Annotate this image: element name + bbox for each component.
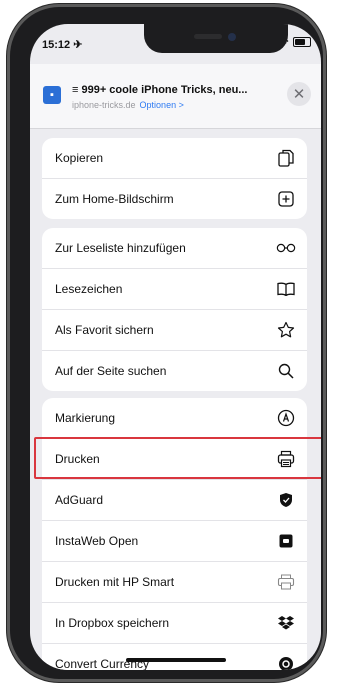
action-instaweb[interactable]: InstaWeb Open (42, 521, 307, 562)
speaker (194, 34, 222, 39)
action-copy[interactable]: Kopieren (42, 138, 307, 179)
close-button[interactable]: ✕ (287, 82, 311, 106)
action-print[interactable]: Drucken (42, 439, 307, 480)
home-indicator[interactable] (126, 658, 226, 662)
share-title: ≡ 999+ coole iPhone Tricks, neu... (72, 84, 248, 96)
action-group-1: Kopieren Zum Home-Bildschirm (42, 138, 307, 219)
action-label: Zur Leseliste hinzufügen (55, 241, 186, 255)
site-favicon-icon: ▪ (43, 86, 61, 104)
action-bookmark[interactable]: Lesezeichen (42, 269, 307, 310)
action-label: Drucken (55, 452, 100, 466)
search-icon (276, 361, 296, 381)
action-label: Markierung (55, 411, 116, 425)
shield-icon (276, 490, 296, 510)
action-add-to-home[interactable]: Zum Home-Bildschirm (42, 179, 307, 219)
action-group-2: Zur Leseliste hinzufügen Lesezeichen Als… (42, 228, 307, 391)
camera (228, 33, 236, 41)
action-label: Drucken mit HP Smart (55, 575, 175, 589)
status-time: 15:12 ✈ (42, 39, 83, 51)
action-label: AdGuard (55, 493, 104, 507)
dropbox-icon (276, 613, 296, 633)
action-group-3: Markierung Drucken AdGuard InstaWeb Open (42, 398, 307, 670)
action-label: Als Favorit sichern (55, 323, 154, 337)
printer-icon (276, 449, 296, 469)
markup-icon (276, 408, 296, 428)
action-markup[interactable]: Markierung (42, 398, 307, 439)
action-favorite[interactable]: Als Favorit sichern (42, 310, 307, 351)
phone-frame: 15:12 ✈ ▪ ≡ 999+ coole iPhone Tricks, ne… (7, 4, 326, 682)
action-adguard[interactable]: AdGuard (42, 480, 307, 521)
battery-icon (293, 37, 311, 47)
options-link[interactable]: Optionen > (140, 100, 184, 110)
glasses-icon (276, 238, 296, 258)
hp-printer-icon (276, 572, 296, 592)
action-label: InstaWeb Open (55, 534, 139, 548)
instaweb-icon (276, 531, 296, 551)
book-icon (276, 279, 296, 299)
notch (144, 24, 288, 53)
share-sheet-header: ▪ ≡ 999+ coole iPhone Tricks, neu... iph… (30, 64, 321, 129)
action-label: Lesezeichen (55, 282, 123, 296)
action-convert-currency[interactable]: Convert Currency (42, 644, 307, 670)
share-domain: iphone-tricks.de (72, 100, 136, 110)
action-label: Kopieren (55, 151, 104, 165)
add-square-icon (276, 189, 296, 209)
action-reading-list[interactable]: Zur Leseliste hinzufügen (42, 228, 307, 269)
copy-icon (276, 148, 296, 168)
action-hp-smart[interactable]: Drucken mit HP Smart (42, 562, 307, 603)
share-subtitle: iphone-tricks.de Optionen > (72, 100, 184, 110)
action-label: In Dropbox speichern (55, 616, 170, 630)
star-icon (276, 320, 296, 340)
screen: 15:12 ✈ ▪ ≡ 999+ coole iPhone Tricks, ne… (30, 24, 321, 670)
action-label: Zum Home-Bildschirm (55, 192, 174, 206)
currency-icon (276, 654, 296, 670)
action-dropbox[interactable]: In Dropbox speichern (42, 603, 307, 644)
action-label: Auf der Seite suchen (55, 364, 167, 378)
action-find-on-page[interactable]: Auf der Seite suchen (42, 351, 307, 391)
